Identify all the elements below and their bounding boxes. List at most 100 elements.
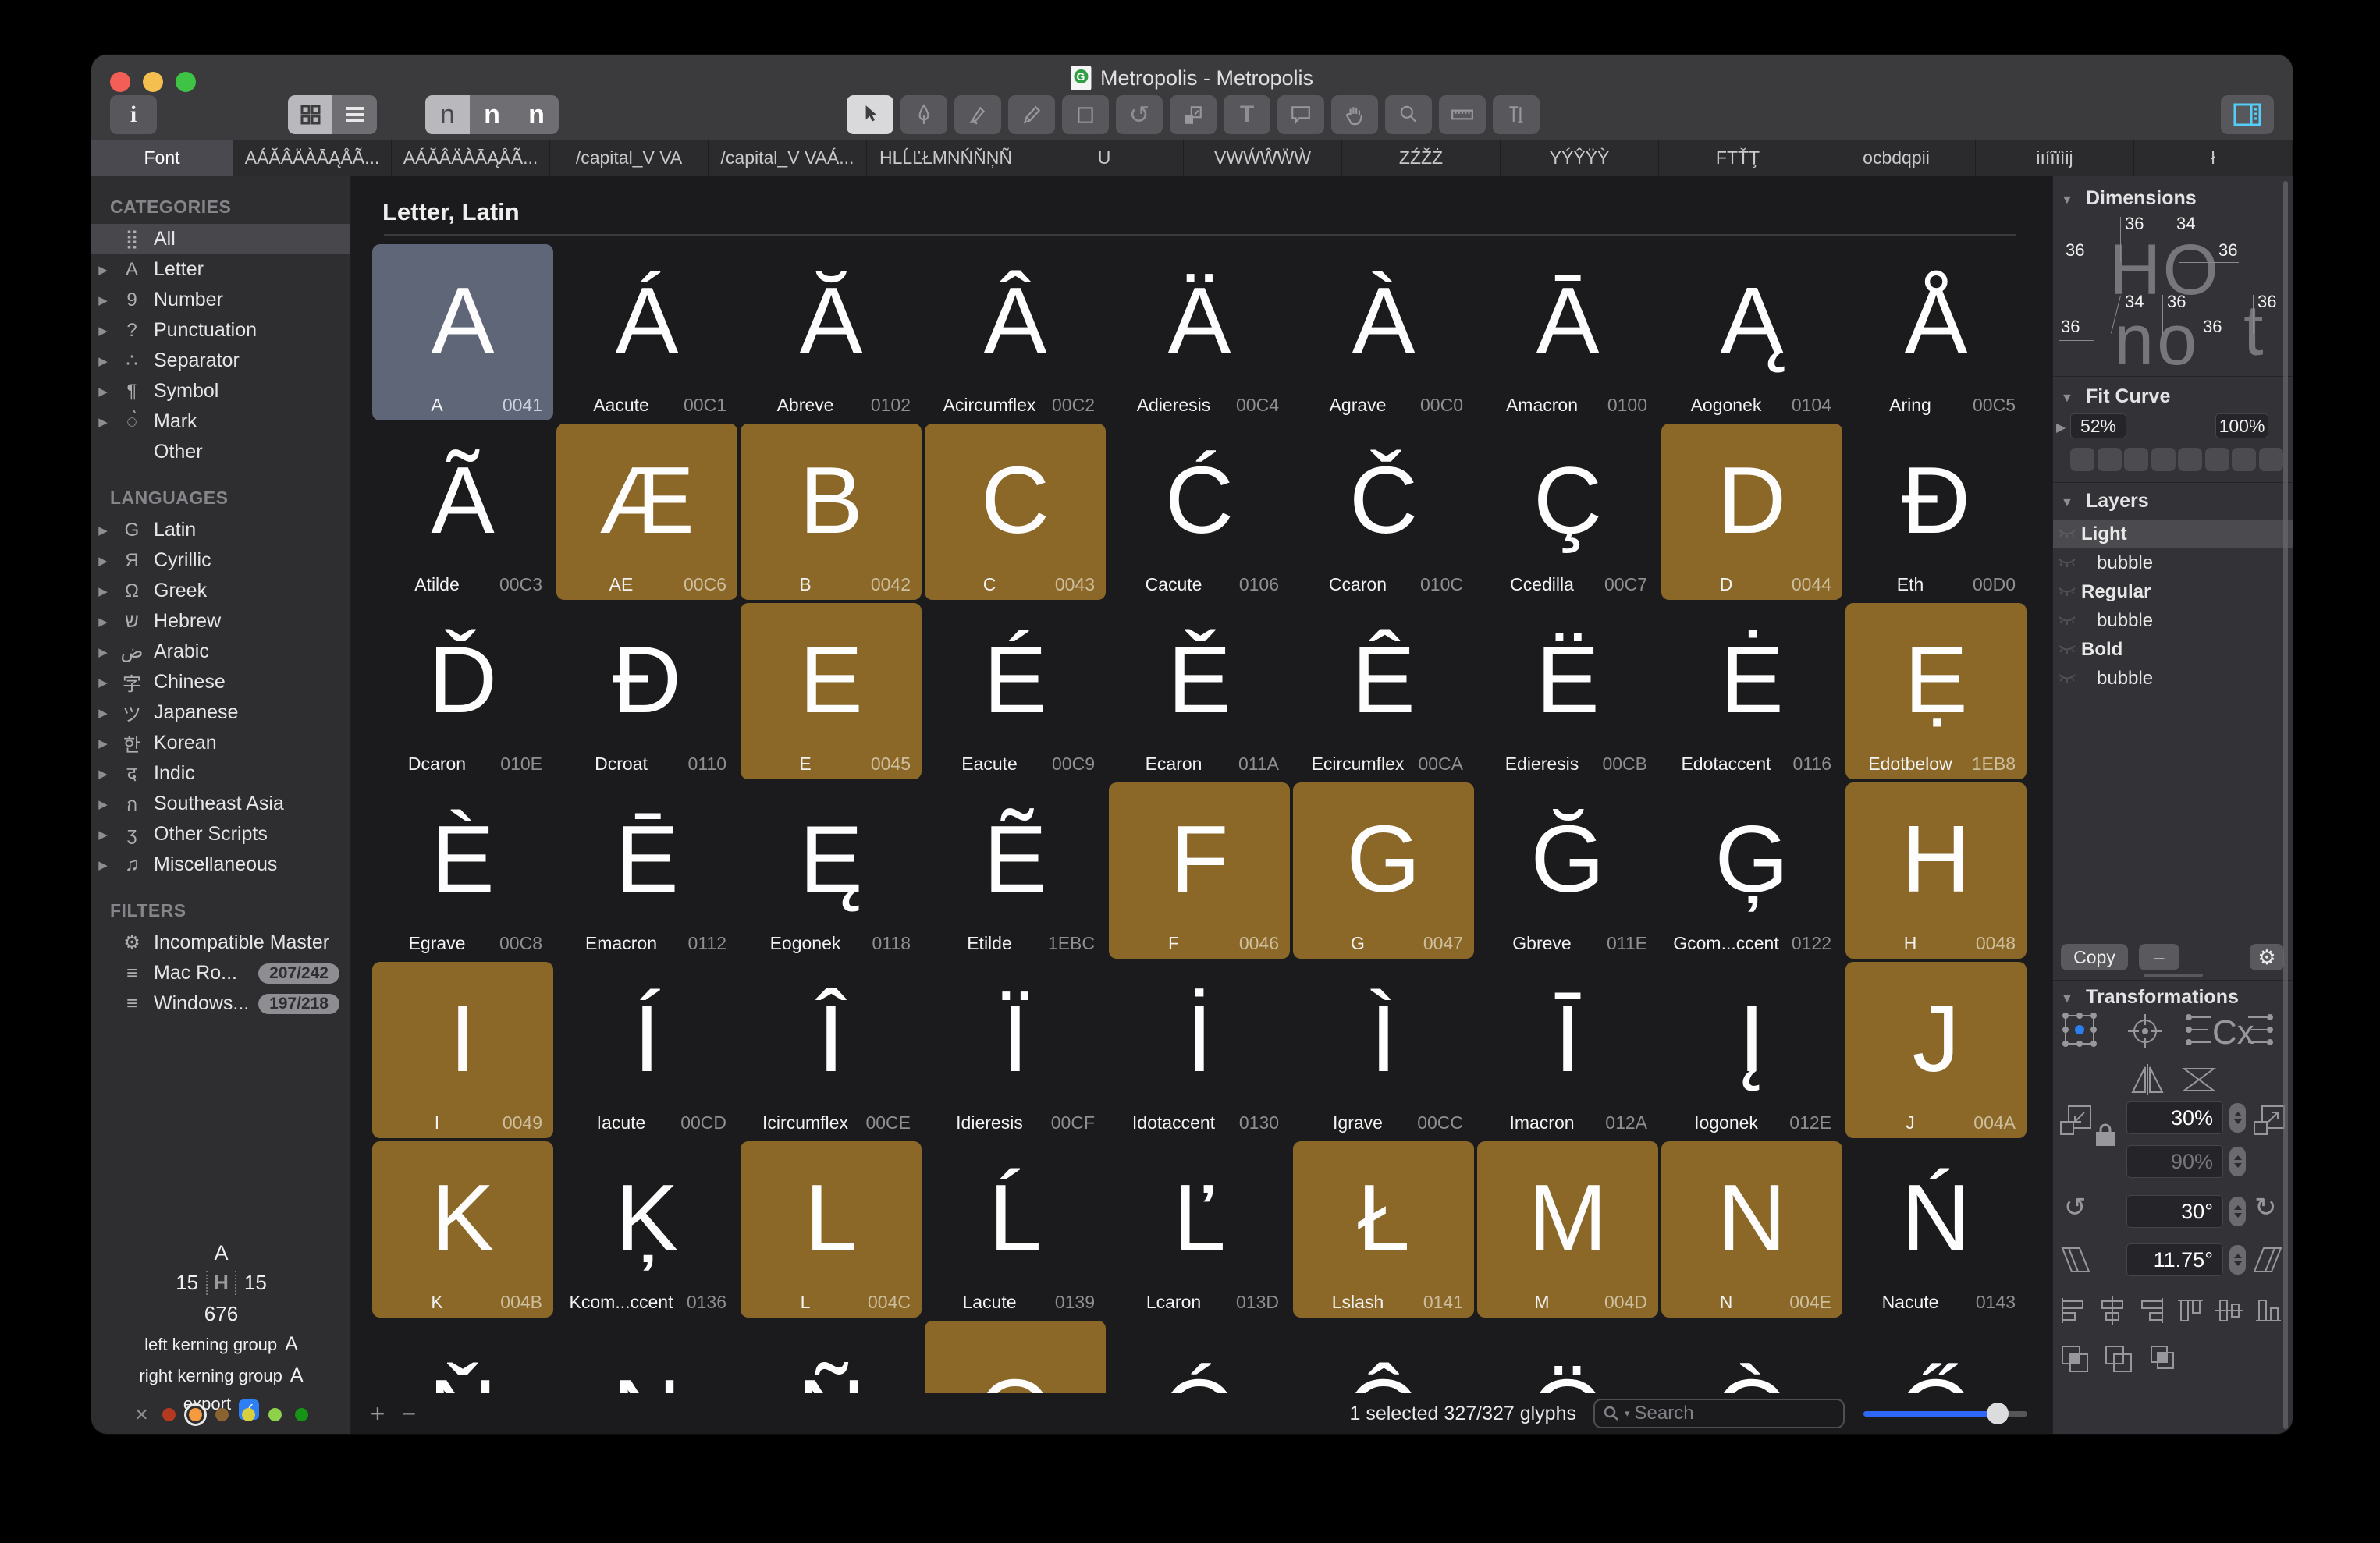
fitcurve-step-button[interactable] — [2098, 448, 2122, 471]
glyph-cell-adieresis[interactable]: ÄAdieresis00C4 — [1109, 244, 1290, 420]
rectangle-tool-icon[interactable] — [1062, 95, 1109, 134]
knife-tool-icon[interactable] — [954, 95, 1001, 134]
glyph-cell-atilde[interactable]: ÃAtilde00C3 — [372, 424, 553, 600]
glyph-cell-lcaron[interactable]: ĽLcaron013D — [1109, 1141, 1290, 1318]
glyph-cell-iogonek[interactable]: ĮIogonek012E — [1661, 962, 1842, 1138]
slant-stepper[interactable] — [2229, 1245, 2246, 1275]
glyph-cell-iacute[interactable]: ÍIacute00CD — [556, 962, 737, 1138]
glyph-cell-agrave[interactable]: ÀAgrave00C0 — [1293, 244, 1474, 420]
disclosure-triangle-icon[interactable]: ▶ — [91, 523, 115, 537]
sidebar-language-korean[interactable]: ▶한Korean — [91, 728, 350, 758]
panel-resize-handle[interactable] — [2144, 974, 2203, 977]
close-button[interactable] — [110, 72, 130, 92]
fitcurve-step-button[interactable] — [2151, 448, 2176, 471]
glyph-cell-idieresis[interactable]: ÏIdieresis00CF — [925, 962, 1106, 1138]
transform-origin-bbox-icon[interactable] — [2059, 1009, 2100, 1050]
glyph-cell-eacute[interactable]: ÉEacute00C9 — [925, 603, 1106, 779]
disclosure-triangle-icon[interactable]: ▶ — [91, 354, 115, 368]
boolean-union-icon[interactable] — [2058, 1342, 2092, 1376]
color-label-dot[interactable] — [215, 1408, 229, 1421]
glyph-cell-n[interactable]: NN004E — [1661, 1141, 1842, 1318]
sidebar-language-japanese[interactable]: ▶ツJapanese — [91, 697, 350, 728]
select-tool-icon[interactable] — [847, 95, 893, 134]
hand-tool-icon[interactable] — [1331, 95, 1378, 134]
scale-x-field[interactable]: 30% — [2126, 1101, 2223, 1134]
sidebar-filter-mac-ro-[interactable]: ≡Mac Ro...207/242 — [91, 958, 350, 988]
tab-glyph-run-6[interactable]: U — [1025, 140, 1184, 176]
glyph-cell-gcom...ccent[interactable]: ĢGcom...ccent0122 — [1661, 782, 1842, 959]
weight-segmented[interactable]: n n n — [425, 95, 559, 134]
align-center-v-icon[interactable] — [2214, 1295, 2245, 1326]
sidebar-language-greek[interactable]: ▶ΩGreek — [91, 576, 350, 606]
sidebar-filter-incompatible-master[interactable]: ⚙Incompatible Master — [91, 928, 350, 958]
sidebar-language-arabic[interactable]: ▶ضArabic — [91, 637, 350, 667]
sidebar-category-punctuation[interactable]: ▶?Punctuation — [91, 315, 350, 346]
layer-gear-button[interactable]: ⚙ — [2250, 944, 2284, 970]
align-top-icon[interactable] — [2175, 1295, 2206, 1326]
layer-visibility-eye-icon[interactable] — [2058, 639, 2078, 661]
glyph-cell-ecaron[interactable]: ĚEcaron011A — [1109, 603, 1290, 779]
glyph-cell-c[interactable]: CC0043 — [925, 424, 1106, 600]
fitcurve-step-button[interactable] — [2124, 448, 2148, 471]
tab-glyph-run-9[interactable]: YÝŶŸỲ — [1501, 140, 1659, 176]
layer-visibility-eye-icon[interactable] — [2058, 552, 2078, 574]
layer-row-regular-2[interactable]: Regular — [2053, 577, 2293, 606]
glyph-cell-f[interactable]: FF0046 — [1109, 782, 1290, 959]
sidebar-category-other[interactable]: Other — [91, 437, 350, 467]
remove-glyph-button[interactable]: − — [393, 1399, 424, 1428]
disclosure-triangle-icon[interactable]: ▶ — [91, 263, 115, 277]
annotation-tool-icon[interactable] — [1277, 95, 1324, 134]
fitcurve-step-button[interactable] — [2232, 448, 2256, 471]
tab-glyph-run-5[interactable]: HLĹĽŁMNŃŇŅÑ — [867, 140, 1025, 176]
fitcurve-min-field[interactable]: 52% — [2070, 413, 2126, 438]
glyph-cell-ecircumflex[interactable]: ÊEcircumflex00CA — [1293, 603, 1474, 779]
scale-y-stepper[interactable] — [2229, 1147, 2246, 1176]
color-label-dot[interactable] — [268, 1408, 282, 1421]
sidebar-category-number[interactable]: ▶9Number — [91, 285, 350, 315]
glyph-cell-edotaccent[interactable]: ĖEdotaccent0116 — [1661, 603, 1842, 779]
glyph-cell-emacron[interactable]: ĒEmacron0112 — [556, 782, 737, 959]
disclosure-triangle-icon[interactable]: ▶ — [91, 615, 115, 629]
tab-glyph-run-11[interactable]: ocbdqpii — [1817, 140, 1976, 176]
left-kerning-value[interactable]: A — [285, 1333, 298, 1355]
glyph-cell-icircumflex[interactable]: ÎIcircumflex00CE — [741, 962, 922, 1138]
measure-tool-icon[interactable] — [1439, 95, 1486, 134]
fitcurve-step-button[interactable] — [2259, 448, 2283, 471]
grid-view-icon[interactable] — [288, 95, 332, 134]
zoom-window-button[interactable] — [176, 72, 196, 92]
glyph-cell-h[interactable]: HH0048 — [1845, 782, 2027, 959]
boolean-subtract-icon[interactable] — [2101, 1342, 2136, 1376]
tab-glyph-run-13[interactable]: ł — [2134, 140, 2293, 176]
glyph-cell-cacute[interactable]: ĆCacute0106 — [1109, 424, 1290, 600]
align-left-icon[interactable] — [2058, 1295, 2089, 1326]
add-glyph-button[interactable]: + — [362, 1399, 393, 1428]
rotate-tool-icon[interactable]: ↺ — [1116, 95, 1163, 134]
zoom-tool-icon[interactable] — [1385, 95, 1432, 134]
glyph-cell-egrave[interactable]: ÈEgrave00C8 — [372, 782, 553, 959]
disclosure-triangle-icon[interactable]: ▶ — [91, 293, 115, 307]
fitcurve-step-button[interactable] — [2178, 448, 2202, 471]
fitcurve-step-button[interactable] — [2205, 448, 2229, 471]
glyph-cell-lacute[interactable]: ĹLacute0139 — [925, 1141, 1106, 1318]
right-kerning-value[interactable]: A — [290, 1364, 304, 1386]
rotate-cw-icon[interactable]: ↻ — [2254, 1192, 2277, 1223]
slant-left-icon[interactable] — [2059, 1243, 2092, 1276]
color-label-dot[interactable] — [295, 1408, 308, 1421]
boolean-intersect-icon[interactable] — [2145, 1342, 2179, 1376]
sidebar-language-indic[interactable]: ▶दIndic — [91, 758, 350, 789]
scale-x-stepper[interactable] — [2229, 1103, 2246, 1133]
sidebar-language-hebrew[interactable]: ▶שHebrew — [91, 606, 350, 637]
glyph-cell-acircumflex[interactable]: ÂAcircumflex00C2 — [925, 244, 1106, 420]
layer-row-bubble-3[interactable]: bubble — [2053, 606, 2293, 635]
layer-visibility-eye-icon[interactable] — [2058, 523, 2078, 545]
sidebar-category-symbol[interactable]: ▶¶Symbol — [91, 376, 350, 406]
tab-glyph-run-10[interactable]: FTŤŢ — [1659, 140, 1817, 176]
slant-right-icon[interactable] — [2251, 1243, 2284, 1276]
flip-vertical-icon[interactable] — [2179, 1062, 2218, 1097]
glyph-cell-abreve[interactable]: ĂAbreve0102 — [741, 244, 922, 420]
disclosure-triangle-icon[interactable]: ▶ — [91, 767, 115, 781]
remove-layer-button[interactable]: – — [2139, 944, 2179, 970]
glyph-cell-g[interactable]: GG0047 — [1293, 782, 1474, 959]
tab-glyph-run-12[interactable]: iıíîïìij — [1976, 140, 2134, 176]
sidebar-language-other-scripts[interactable]: ▶ʒOther Scripts — [91, 819, 350, 850]
